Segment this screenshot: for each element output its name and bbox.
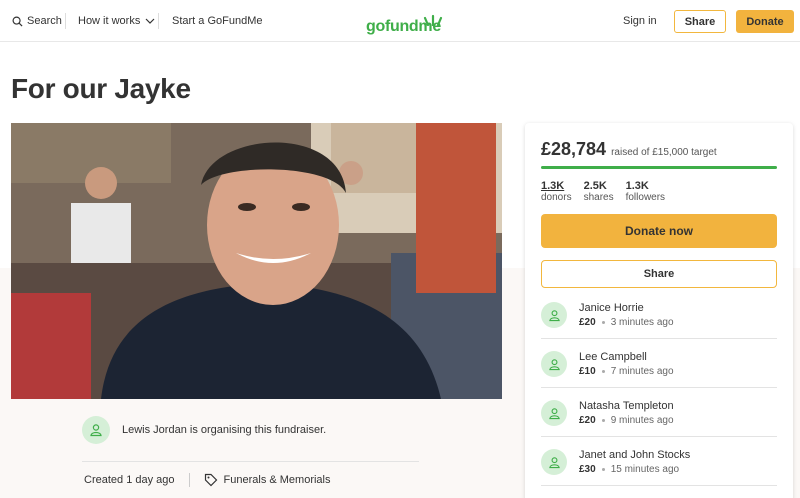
raised-target: raised of £15,000 target — [611, 147, 717, 158]
section-divider — [82, 461, 419, 462]
stat-value: 1.3K — [625, 180, 649, 192]
share-button[interactable]: Share — [541, 260, 777, 288]
stat-value: 1.3K — [541, 180, 565, 192]
sign-in-label: Sign in — [623, 15, 657, 27]
how-it-works-menu[interactable]: How it works — [78, 0, 155, 42]
donation-item: Natasha Templeton £20 9 minutes ago — [541, 388, 777, 437]
stat-value: 2.5K — [583, 180, 607, 192]
raised-amount: £28,784 — [541, 139, 607, 159]
gofundme-logo[interactable]: gofundme — [366, 8, 443, 36]
organiser-text: Lewis Jordan is organising this fundrais… — [122, 424, 327, 436]
donor-name: Lee Campbell — [579, 351, 647, 363]
stat-followers: 1.3K followers — [626, 180, 665, 204]
nav-divider — [158, 13, 159, 29]
nav-divider — [65, 13, 66, 29]
chevron-down-icon — [145, 18, 155, 24]
category-link[interactable]: Funerals & Memorials — [204, 473, 331, 487]
how-it-works-label: How it works — [78, 15, 141, 27]
search-icon — [12, 16, 23, 27]
created-date: Created 1 day ago — [84, 474, 175, 486]
stats-row: 1.3K donors 2.5K shares 1.3K followers — [541, 180, 665, 204]
separator-dot — [601, 419, 605, 422]
search-label: Search — [27, 15, 62, 27]
progress-bar-fill — [541, 166, 777, 169]
donation-time: 15 minutes ago — [610, 464, 680, 475]
donate-button-top[interactable]: Donate — [736, 10, 794, 33]
donation-panel: £28,784 raised of £15,000 target 1.3K do… — [525, 123, 793, 498]
campaign-title: For our Jayke — [11, 73, 191, 104]
donation-amount: £20 — [579, 415, 596, 426]
start-gofundme-label: Start a GoFundMe — [172, 15, 263, 27]
donation-item: Janice Horrie £20 3 minutes ago — [541, 290, 777, 339]
stat-shares: 2.5K shares — [584, 180, 614, 204]
donor-avatar — [541, 351, 567, 377]
share-button-top[interactable]: Share — [674, 10, 726, 33]
progress-bar — [541, 166, 777, 169]
category-label: Funerals & Memorials — [223, 474, 331, 486]
start-gofundme-link[interactable]: Start a GoFundMe — [172, 0, 263, 42]
top-nav: Search How it works Start a GoFundMe gof… — [0, 0, 800, 42]
donor-avatar — [541, 449, 567, 475]
campaign-meta: Created 1 day ago Funerals & Memorials — [84, 473, 331, 487]
search-link[interactable]: Search — [12, 0, 62, 42]
donation-time: 3 minutes ago — [610, 317, 674, 328]
donation-item: Janet and John Stocks £30 15 minutes ago — [541, 437, 777, 486]
user-icon — [548, 358, 560, 370]
donor-avatar — [541, 302, 567, 328]
sign-in-link[interactable]: Sign in — [623, 0, 657, 42]
donation-amount: £20 — [579, 317, 596, 328]
donor-name: Janet and John Stocks — [579, 449, 691, 461]
user-icon — [548, 456, 560, 468]
donate-now-button[interactable]: Donate now — [541, 214, 777, 248]
logo-sprout-icon — [423, 14, 443, 26]
user-icon — [548, 309, 560, 321]
donor-name: Natasha Templeton — [579, 400, 674, 412]
raised-summary: £28,784 raised of £15,000 target — [541, 139, 717, 160]
stat-label: shares — [583, 192, 614, 203]
donation-amount: £30 — [579, 464, 596, 475]
recent-donations: Janice Horrie £20 3 minutes ago Lee Campb… — [541, 290, 777, 486]
separator-dot — [601, 370, 605, 373]
donation-time: 9 minutes ago — [610, 415, 674, 426]
donation-time: 7 minutes ago — [610, 366, 674, 377]
separator-dot — [601, 321, 605, 324]
user-icon — [90, 424, 102, 437]
campaign-photo — [11, 123, 502, 399]
stat-donors[interactable]: 1.3K donors — [541, 180, 572, 204]
donor-avatar — [541, 400, 567, 426]
tag-icon — [204, 473, 217, 487]
user-icon — [548, 407, 560, 419]
donation-amount: £10 — [579, 366, 596, 377]
stat-label: followers — [625, 192, 666, 203]
organiser-row: Lewis Jordan is organising this fundrais… — [82, 416, 326, 444]
meta-divider — [188, 473, 190, 487]
stat-label: donors — [541, 192, 572, 203]
donation-item: Lee Campbell £10 7 minutes ago — [541, 339, 777, 388]
organiser-avatar — [82, 416, 110, 444]
separator-dot — [601, 468, 605, 471]
donor-name: Janice Horrie — [579, 302, 644, 314]
